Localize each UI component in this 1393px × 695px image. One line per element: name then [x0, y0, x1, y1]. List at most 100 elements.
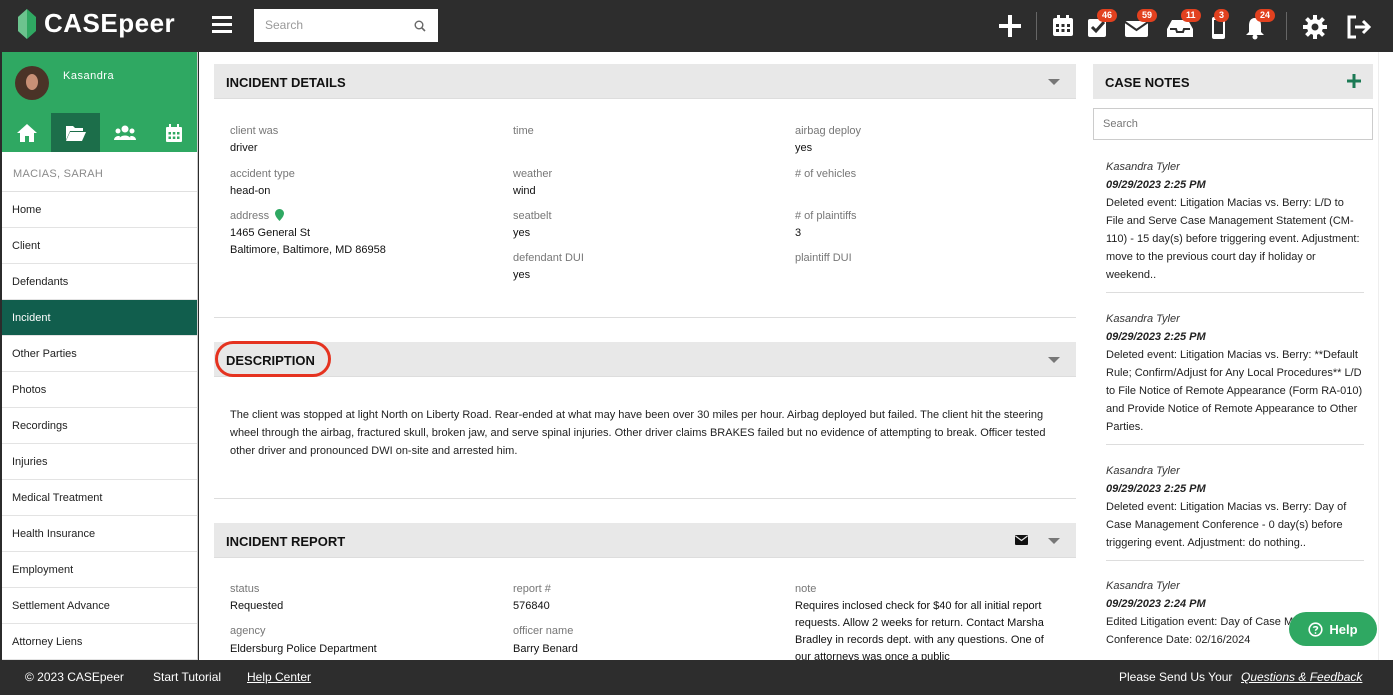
home-icon	[16, 123, 37, 142]
note-date: 09/29/2023 2:25 PM	[1106, 179, 1206, 191]
sidebar-item-employment[interactable]: Employment	[2, 552, 197, 588]
caret-down-icon[interactable]	[1048, 79, 1060, 85]
note-author: Kasandra Tyler	[1106, 161, 1180, 173]
user-profile[interactable]: Kasandra	[2, 52, 197, 113]
defendant-dui-value: yes	[513, 269, 531, 281]
notifications-button[interactable]: 24	[1242, 9, 1276, 40]
help-center-link[interactable]: Help Center	[247, 670, 311, 684]
case-notes-header: CASE NOTES	[1093, 64, 1373, 99]
sidebar-item-medical-treatment[interactable]: Medical Treatment	[2, 480, 197, 516]
sidebar: Kasandra MACIAS, SARAH Home Client Defen…	[2, 52, 198, 660]
incident-report-header[interactable]: INCIDENT REPORT	[214, 523, 1076, 558]
users-icon	[113, 125, 136, 140]
note-text: Deleted event: Litigation Macias vs. Ber…	[1106, 501, 1347, 549]
feedback-prompt: Please Send Us Your	[1119, 670, 1233, 684]
divider	[214, 498, 1076, 499]
notifications-badge: 24	[1255, 9, 1276, 22]
note-text: Deleted event: Litigation Macias vs. Ber…	[1106, 349, 1363, 433]
divider	[214, 317, 1076, 318]
divider	[1106, 292, 1364, 293]
search-icon[interactable]	[414, 20, 426, 32]
accident-type-value: head-on	[230, 185, 271, 197]
home-nav-button[interactable]	[2, 113, 51, 152]
description-header[interactable]: DESCRIPTION	[214, 342, 1076, 377]
sidebar-item-home[interactable]: Home	[2, 192, 197, 228]
note-date: 09/29/2023 2:24 PM	[1106, 598, 1206, 610]
calendar-icon[interactable]	[1049, 12, 1077, 40]
note-date: 09/29/2023 2:25 PM	[1106, 331, 1206, 343]
notes-search-input[interactable]	[1094, 109, 1372, 139]
user-name: Kasandra	[63, 70, 115, 82]
sidebar-item-health-insurance[interactable]: Health Insurance	[2, 516, 197, 552]
description-text: The client was stopped at light North on…	[230, 409, 1046, 457]
copyright: © 2023 CASEpeer	[25, 670, 124, 684]
case-name: MACIAS, SARAH	[2, 152, 197, 192]
field-label: client was	[230, 125, 279, 137]
field-label: airbag deploy	[795, 125, 862, 137]
sidebar-item-photos[interactable]: Photos	[2, 372, 197, 408]
calendar-nav-button[interactable]	[149, 113, 197, 152]
mail-button[interactable]: 59	[1123, 9, 1158, 40]
note-text: Deleted event: Litigation Macias vs. Ber…	[1106, 197, 1360, 281]
sidebar-item-injuries[interactable]: Injuries	[2, 444, 197, 480]
agency-value: Eldersburg Police Department	[230, 643, 377, 655]
mail-badge: 59	[1137, 9, 1158, 22]
sidebar-item-incident[interactable]: Incident	[2, 300, 197, 336]
incident-details-header[interactable]: INCIDENT DETAILS	[214, 64, 1076, 99]
case-notes-panel: CASE NOTES Kasandra Tyler 09/29/2023 2:2…	[1087, 52, 1378, 660]
add-note-icon[interactable]	[1345, 72, 1363, 90]
inbox-badge: 11	[1181, 9, 1201, 22]
officer-name-value: Barry Benard	[513, 643, 578, 655]
section-title: INCIDENT REPORT	[226, 534, 346, 549]
brand-name: CASEpeer	[44, 8, 176, 38]
highlight-annotation	[215, 341, 331, 377]
num-plaintiffs-value: 3	[795, 227, 802, 239]
envelope-icon[interactable]	[1015, 535, 1028, 545]
sidebar-item-recordings[interactable]: Recordings	[2, 408, 197, 444]
report-number-value: 576840	[513, 600, 550, 612]
field-label: defendant DUI	[513, 252, 584, 264]
menu-toggle-icon[interactable]	[212, 16, 232, 34]
field-label: plaintiff DUI	[795, 252, 852, 264]
caret-down-icon[interactable]	[1048, 357, 1060, 363]
logout-icon[interactable]	[1345, 12, 1373, 40]
global-search-input[interactable]	[254, 9, 404, 40]
sidebar-item-client[interactable]: Client	[2, 228, 197, 264]
sidebar-item-other-parties[interactable]: Other Parties	[2, 336, 197, 372]
contacts-nav-button[interactable]	[100, 113, 149, 152]
leaf-logo-icon	[18, 8, 36, 39]
address-line2: Baltimore, Baltimore, MD 86958	[230, 244, 386, 256]
note-author: Kasandra Tyler	[1106, 313, 1180, 325]
cases-nav-button[interactable]	[51, 113, 100, 152]
case-note: Kasandra Tyler 09/29/2023 2:25 PM Delete…	[1106, 158, 1364, 284]
sidebar-item-defendants[interactable]: Defendants	[2, 264, 197, 300]
sidebar-item-settlement-advance[interactable]: Settlement Advance	[2, 588, 197, 624]
field-label: accident type	[230, 168, 295, 180]
sidebar-nav-icons	[2, 113, 197, 152]
tasks-button[interactable]: 46	[1085, 9, 1118, 40]
field-label: report #	[513, 583, 551, 595]
folder-open-icon	[65, 125, 86, 141]
caret-down-icon[interactable]	[1048, 538, 1060, 544]
scrollbar[interactable]	[1378, 52, 1393, 660]
note-date: 09/29/2023 2:25 PM	[1106, 483, 1206, 495]
help-label: Help	[1329, 621, 1358, 637]
feedback-link[interactable]: Questions & Feedback	[1241, 670, 1362, 684]
global-search	[254, 9, 438, 42]
seatbelt-value: yes	[513, 227, 531, 239]
inbox-button[interactable]: 11	[1165, 9, 1201, 40]
casepeer-logo[interactable]: CASEpeer	[16, 8, 175, 39]
map-pin-icon[interactable]	[275, 209, 284, 221]
client-was-value: driver	[230, 142, 258, 154]
add-icon[interactable]	[996, 12, 1024, 40]
case-note: Kasandra Tyler 09/29/2023 2:25 PM Delete…	[1106, 310, 1364, 436]
phone-button[interactable]: 3	[1207, 9, 1235, 40]
help-button[interactable]: Help	[1289, 612, 1377, 646]
start-tutorial-link[interactable]: Start Tutorial	[153, 670, 221, 684]
airbag-deploy-value: yes	[795, 142, 813, 154]
sidebar-item-attorney-liens[interactable]: Attorney Liens	[2, 624, 197, 660]
field-label: status	[230, 583, 260, 595]
gear-icon[interactable]	[1301, 12, 1329, 40]
field-label: weather	[513, 168, 553, 180]
phone-badge: 3	[1214, 9, 1230, 22]
